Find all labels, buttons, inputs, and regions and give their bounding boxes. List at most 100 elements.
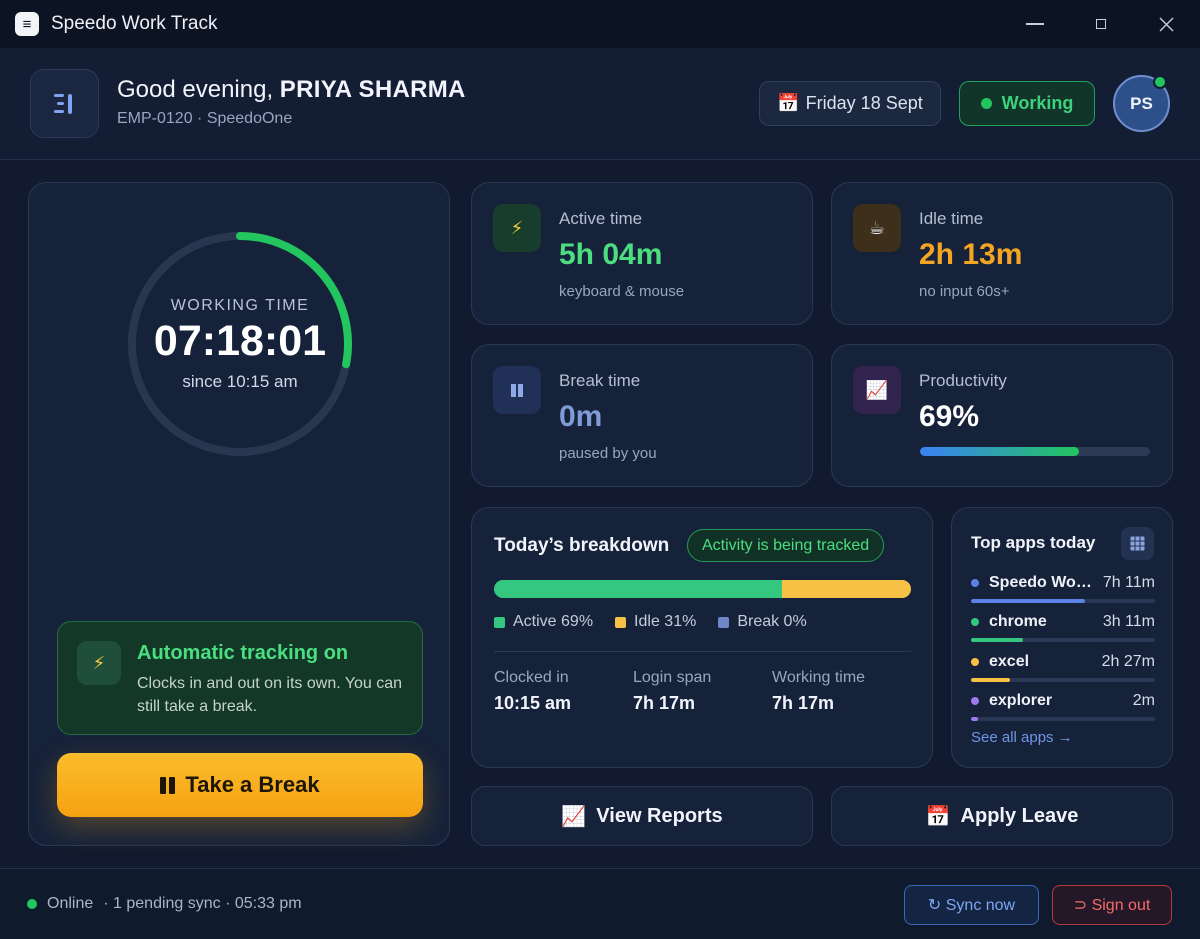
working-time-value: 07:18:01 [153, 317, 327, 365]
app-line: Speedo Wo… 7h 11m [971, 574, 1155, 592]
idle-time-label: Idle time [919, 209, 984, 228]
see-all-apps-link[interactable]: See all apps → [971, 729, 1073, 746]
status-bar: Online · 1 pending sync · 05:33 pm ↻ Syn… [0, 868, 1200, 939]
productivity-value: 69% [919, 400, 980, 433]
active-time-value: 5h 04m [559, 238, 663, 271]
close-button[interactable] [1151, 10, 1181, 38]
connection-status: Online · 1 pending sync · 05:33 pm [27, 895, 302, 913]
window-title: Speedo Work Track [51, 13, 218, 34]
grid-icon [1130, 536, 1145, 551]
date-label: Friday 18 Sept [805, 93, 923, 113]
pause-icon [160, 776, 176, 794]
maximize-button[interactable] [1086, 10, 1116, 38]
employee-info: EMP-0120 · SpeedoOne [117, 110, 293, 127]
app-name: chrome [971, 613, 1047, 631]
app-name-text: excel [989, 653, 1030, 670]
chart-up-icon: 📈 [853, 366, 901, 414]
status-label: Working [1001, 93, 1074, 113]
app-time: 7h 11m [1102, 574, 1155, 591]
breakdown-title: Today’s breakdown [494, 535, 670, 556]
app-color-dot-icon [971, 697, 979, 705]
lightning-icon: ⚡ [493, 204, 541, 252]
active-time-sub: keyboard & mouse [559, 283, 685, 300]
idle-time-card: ☕ Idle time 2h 13m no input 60s+ [831, 182, 1173, 325]
breakdown-segment-idle [781, 580, 911, 598]
working-time-summary-value: 7h 17m [772, 693, 835, 713]
legend-active: Active 69% [494, 613, 593, 631]
auto-tracking-notice: ⚡ Automatic tracking on Clocks in and ou… [57, 621, 423, 735]
break-time-card: Break time 0m paused by you [471, 344, 813, 487]
app-name-text: Speedo Wo… [989, 574, 1092, 591]
calendar-icon: 📅 [925, 805, 951, 828]
working-time-label: Working time [772, 669, 866, 686]
app-list-item[interactable]: explorer 2m [971, 692, 1155, 721]
productivity-label: Productivity [919, 371, 1007, 390]
view-reports-button[interactable]: 📈 View Reports [471, 786, 813, 846]
breakdown-legend: Active 69% Idle 31% Break 0% [494, 613, 807, 631]
app-list-item[interactable]: excel 2h 27m [971, 653, 1155, 682]
apply-leave-button[interactable]: 📅 Apply Leave [831, 786, 1173, 846]
app-line: excel 2h 27m [971, 653, 1155, 671]
app-usage-fill [971, 717, 979, 721]
title-bar: ≡ Speedo Work Track [0, 0, 1200, 48]
working-time-card: WORKING TIME 07:18:01 since 10:15 am ⚡ A… [28, 182, 450, 846]
greeting-prefix: Good evening, [117, 76, 274, 103]
app-line: explorer 2m [971, 692, 1155, 710]
breakdown-stacked-bar [494, 580, 911, 598]
todays-breakdown-card: Today’s breakdown Activity is being trac… [471, 507, 933, 768]
apps-grid-button[interactable] [1121, 527, 1154, 560]
take-break-button[interactable]: Take a Break [57, 753, 423, 817]
app-usage-fill [971, 678, 1010, 682]
working-time-stat: Working time 7h 17m [772, 669, 865, 714]
app-usage-bar [971, 599, 1155, 603]
app-name: Speedo Wo… [971, 574, 1092, 592]
take-break-label: Take a Break [185, 772, 320, 797]
break-time-value: 0m [559, 400, 603, 433]
app-list-item[interactable]: Speedo Wo… 7h 11m [971, 574, 1155, 603]
top-apps-card: Top apps today Speedo Wo… 7h 11m chrome 3h … [951, 507, 1173, 768]
productivity-card: 📈 Productivity 69% [831, 344, 1173, 487]
app-list-item[interactable]: chrome 3h 11m [971, 613, 1155, 642]
sync-now-button[interactable]: ↻ Sync now [904, 885, 1039, 925]
minimize-button[interactable] [1020, 10, 1050, 38]
auto-tracking-description: Clocks in and out on its own. You can st… [137, 675, 403, 715]
app-usage-bar [971, 717, 1155, 721]
app-usage-bar [971, 638, 1155, 642]
speedo-logo [30, 69, 99, 138]
calendar-icon: 📅 [777, 93, 800, 113]
top-apps-title: Top apps today [971, 533, 1096, 552]
clocked-in-value: 10:15 am [494, 693, 572, 713]
breakdown-segment-active [494, 580, 782, 598]
maximize-icon [1096, 19, 1106, 29]
sign-out-button[interactable]: ⊃ Sign out [1052, 885, 1172, 925]
app-name: excel [971, 653, 1029, 671]
working-since: since 10:15 am [182, 372, 298, 391]
header: Good evening, PRIYA SHARMA EMP-0120 · Sp… [0, 48, 1200, 160]
app-color-dot-icon [971, 618, 979, 626]
app-time: 2m [1132, 692, 1155, 709]
app-usage-fill [971, 599, 1086, 603]
date-pill: 📅 Friday 18 Sept [759, 81, 941, 126]
clocked-in-stat: Clocked in 10:15 am [494, 669, 571, 714]
app-menu-icon[interactable]: ≡ [15, 12, 39, 36]
sync-detail: · 1 pending sync · 05:33 pm [103, 895, 302, 912]
app-line: chrome 3h 11m [971, 613, 1155, 631]
app-color-dot-icon [971, 658, 979, 666]
apply-leave-label: Apply Leave [960, 804, 1079, 827]
break-time-label: Break time [559, 371, 641, 390]
view-reports-label: View Reports [596, 804, 723, 827]
lightning-icon: ⚡ [77, 641, 121, 685]
legend-break: Break 0% [718, 613, 807, 631]
active-time-label: Active time [559, 209, 643, 228]
pause-icon [493, 366, 541, 414]
user-name: PRIYA SHARMA [279, 76, 466, 103]
close-icon [1159, 17, 1173, 31]
login-span-stat: Login span 7h 17m [633, 669, 711, 714]
productivity-bar [920, 447, 1150, 456]
clocked-in-label: Clocked in [494, 669, 569, 686]
idle-time-sub: no input 60s+ [919, 283, 1010, 300]
divider [494, 651, 911, 652]
legend-idle: Idle 31% [615, 613, 696, 631]
idle-time-value: 2h 13m [919, 238, 1023, 271]
status-dot-icon [980, 98, 992, 109]
